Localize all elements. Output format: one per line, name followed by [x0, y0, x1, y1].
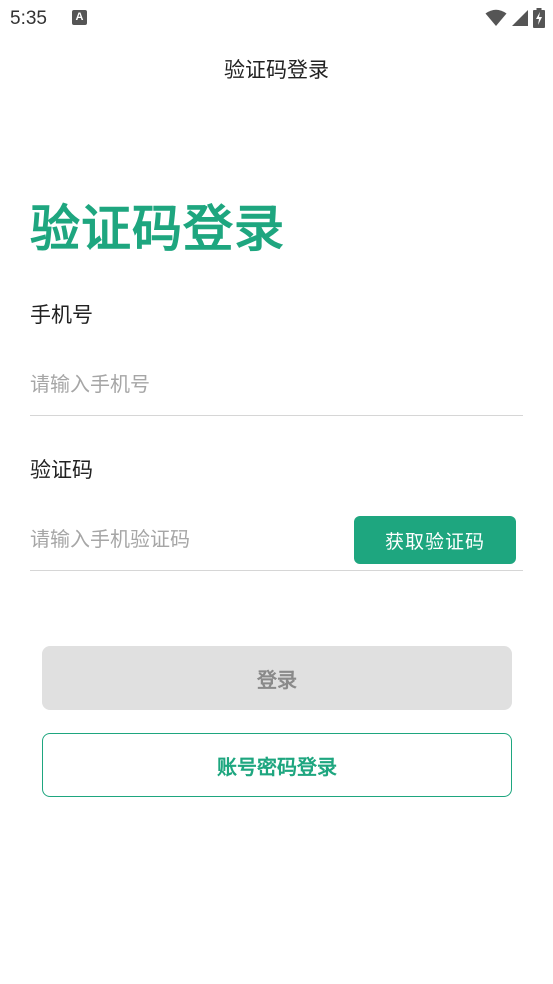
phone-label: 手机号: [30, 303, 93, 327]
phone-row: [30, 360, 523, 416]
login-heading: 验证码登录: [30, 200, 285, 258]
text-a-icon: A: [72, 10, 87, 25]
verification-code-input[interactable]: [30, 515, 340, 563]
status-bar: 5:35 A: [0, 0, 553, 40]
login-button[interactable]: 登录: [42, 646, 512, 710]
wifi-icon: [485, 9, 507, 27]
title-bar: 验证码登录: [0, 44, 553, 94]
signal-icon: [511, 9, 529, 27]
page-title: 验证码登录: [224, 58, 329, 82]
get-code-button[interactable]: 获取验证码: [354, 516, 516, 564]
phone-input[interactable]: [30, 360, 523, 408]
status-time: 5:35: [10, 8, 47, 29]
login-screen: 5:35 A 验证码登录 验证码登录 手机号 请输入手机号 验证码 请输入手机验…: [0, 0, 553, 984]
code-row: 获取验证码: [30, 515, 523, 571]
battery-charging-icon: [533, 8, 545, 28]
status-icons: [485, 6, 545, 30]
code-label: 验证码: [30, 458, 93, 482]
account-password-login-button[interactable]: 账号密码登录: [42, 733, 512, 797]
